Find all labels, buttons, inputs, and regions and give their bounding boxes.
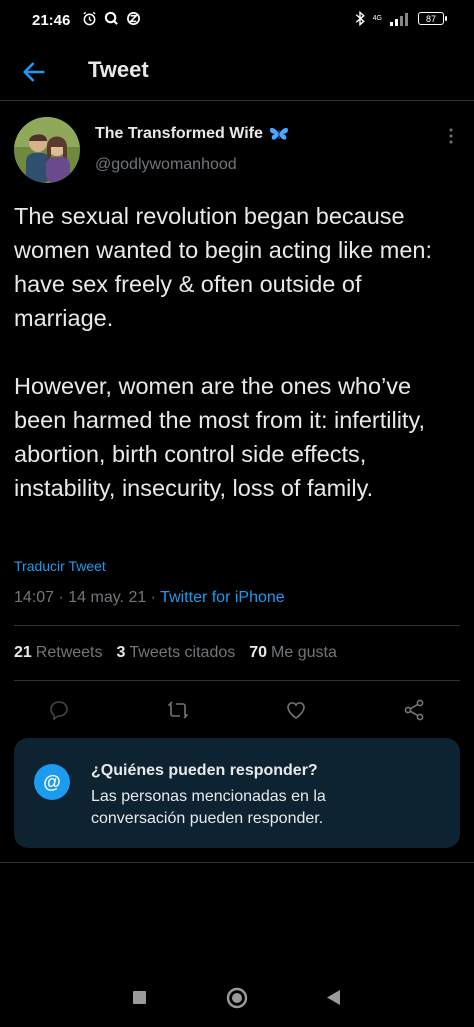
action-bar <box>14 680 460 738</box>
quotes-stat[interactable]: 3 Tweets citados <box>117 644 236 662</box>
back-triangle-icon[interactable] <box>325 989 341 1006</box>
author-name[interactable]: The Transformed Wife <box>95 125 289 143</box>
reply-card-body: Las personas mencionadas en la conversac… <box>91 788 326 827</box>
tweet-stats: 21 Retweets 3 Tweets citados 70 Me gusta <box>14 625 460 681</box>
home-circle-icon[interactable] <box>226 987 248 1009</box>
retweets-stat[interactable]: 21 Retweets <box>14 644 103 662</box>
butterfly-emoji-icon <box>269 127 288 140</box>
back-arrow-icon[interactable] <box>20 58 48 86</box>
likes-stat[interactable]: 70 Me gusta <box>249 644 337 662</box>
like-heart-icon[interactable] <box>284 698 308 722</box>
top-bar: Tweet <box>0 44 474 101</box>
system-nav-bar <box>0 966 474 1027</box>
reply-card-title: ¿Quiénes pueden responder? <box>91 762 318 779</box>
author-name-text: The Transformed Wife <box>95 125 263 142</box>
tweet-time: 14:07 <box>14 589 55 606</box>
mention-icon: @ <box>34 764 70 800</box>
page-title: Tweet <box>88 57 149 82</box>
tweet-meta: 14:07 · 14 may. 21 · Twitter for iPhone <box>14 589 285 606</box>
reply-icon[interactable] <box>47 698 71 722</box>
app-notification-icon <box>127 12 140 25</box>
recent-apps-icon[interactable] <box>133 991 146 1004</box>
tweet-text: The sexual revolution began because wome… <box>14 203 433 501</box>
retweet-icon[interactable] <box>166 698 190 722</box>
search-app-icon <box>104 11 118 25</box>
signal-icon <box>390 12 408 26</box>
avatar[interactable] <box>14 117 80 183</box>
tweet-date: 14 may. 21 <box>68 589 147 606</box>
alarm-icon <box>83 11 96 26</box>
bluetooth-icon <box>355 11 365 26</box>
more-options-icon[interactable] <box>448 128 454 144</box>
reply-restriction-card: @ ¿Quiénes pueden responder? Las persona… <box>14 738 460 848</box>
share-icon[interactable] <box>402 698 426 722</box>
battery-icon: 87 <box>418 12 447 25</box>
author-handle[interactable]: @godlywomanhood <box>95 156 237 174</box>
translate-tweet-link[interactable]: Traducir Tweet <box>14 558 106 574</box>
status-bar: 21:46 4G 87 <box>0 0 474 44</box>
status-time: 21:46 <box>32 12 71 29</box>
battery-level: 87 <box>425 13 436 24</box>
tweet-source-link[interactable]: Twitter for iPhone <box>160 589 285 606</box>
divider <box>0 862 474 863</box>
network-type: 4G <box>372 15 382 22</box>
